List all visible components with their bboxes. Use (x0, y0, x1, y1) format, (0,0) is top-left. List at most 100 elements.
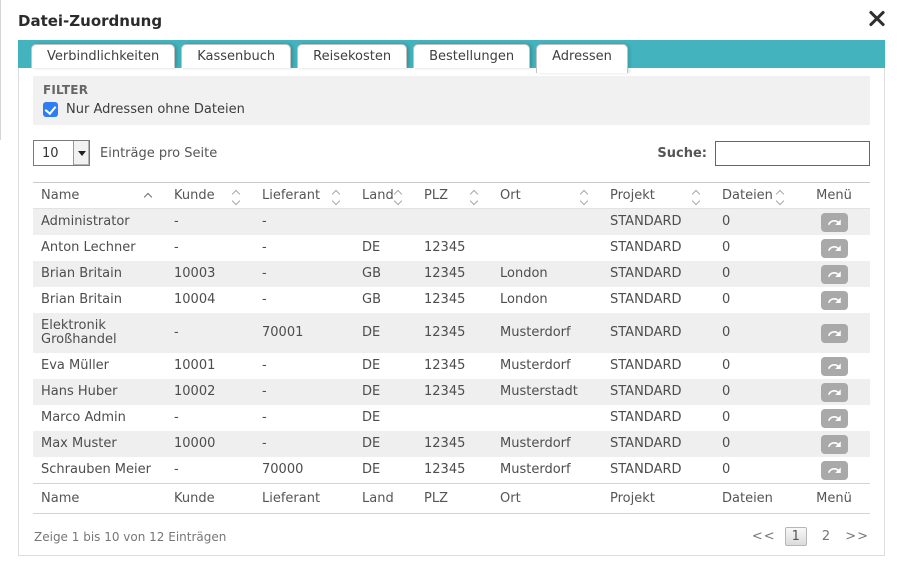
cell-plz: 12345 (416, 457, 492, 484)
row-menu-button[interactable] (821, 324, 848, 343)
cell-lieferant: - (254, 405, 354, 431)
table-row: Schrauben Meier-70000DE12345MusterdorfST… (33, 457, 870, 484)
cell-lieferant: - (254, 235, 354, 261)
addresses-table: NameKundeLieferantLandPLZOrtProjektDatei… (33, 182, 870, 514)
column-header-projekt[interactable]: Projekt (602, 183, 714, 209)
cell-lieferant: - (254, 287, 354, 313)
pagination-page-2[interactable]: 2 (816, 528, 836, 545)
cell-projekt: STANDARD (602, 405, 714, 431)
cell-menu (798, 457, 870, 484)
row-menu-button[interactable] (821, 383, 848, 402)
cell-ort (492, 405, 602, 431)
cell-lieferant: 70001 (254, 313, 354, 353)
column-header-lieferant[interactable]: Lieferant (254, 183, 354, 209)
table-controls: 10 Einträge pro Seite Suche: (33, 140, 870, 166)
cell-plz: 12345 (416, 235, 492, 261)
sort-both-icon (777, 191, 783, 204)
row-menu-button[interactable] (821, 239, 848, 258)
table-row: Hans Huber10002-DE12345MusterstadtSTANDA… (33, 379, 870, 405)
cell-ort: Musterdorf (492, 457, 602, 484)
row-menu-button[interactable] (821, 461, 848, 480)
cell-menu (798, 353, 870, 379)
row-menu-button[interactable] (821, 213, 848, 232)
tab-kassenbuch[interactable]: Kassenbuch (181, 44, 291, 68)
row-menu-button[interactable] (821, 435, 848, 454)
footer-column-header-dateien: Dateien (714, 484, 798, 514)
cell-land: DE (354, 379, 416, 405)
tab-bestellungen[interactable]: Bestellungen (413, 44, 530, 68)
column-header-land[interactable]: Land (354, 183, 416, 209)
cell-kunde: 10004 (166, 287, 254, 313)
cell-name: Elektronik Großhandel (33, 313, 166, 353)
cell-ort (492, 209, 602, 236)
select-dropdown-button[interactable] (73, 141, 89, 165)
cell-lieferant: - (254, 353, 354, 379)
dialog-title: Datei-Zuordnung (18, 12, 162, 30)
redo-arrow-icon (827, 293, 842, 308)
redo-arrow-icon (827, 326, 842, 341)
footer-column-header-kunde: Kunde (166, 484, 254, 514)
cell-land: DE (354, 353, 416, 379)
tab-adressen[interactable]: Adressen (536, 44, 628, 73)
pagination-previous-button[interactable]: << (752, 529, 776, 544)
column-header-plz[interactable]: PLZ (416, 183, 492, 209)
cell-kunde: 10003 (166, 261, 254, 287)
row-menu-button[interactable] (821, 409, 848, 428)
sort-ascending-icon (145, 194, 151, 200)
cell-projekt: STANDARD (602, 431, 714, 457)
tab-bar: VerbindlichkeitenKassenbuchReisekostenBe… (18, 40, 885, 68)
tab-verbindlichkeiten[interactable]: Verbindlichkeiten (31, 44, 175, 68)
chevron-down-icon (78, 151, 86, 156)
cell-name: Eva Müller (33, 353, 166, 379)
page-size-select[interactable]: 10 (33, 140, 90, 166)
filter-section: FILTER Nur Adressen ohne Dateien (33, 76, 870, 125)
only-addresses-without-files-checkbox[interactable] (43, 102, 58, 117)
column-header-kunde[interactable]: Kunde (166, 183, 254, 209)
table-row: Administrator--STANDARD0 (33, 209, 870, 236)
column-header-label: Land (362, 188, 394, 203)
footer-column-header-land: Land (354, 484, 416, 514)
cell-land: GB (354, 287, 416, 313)
column-header-label: Menü (816, 188, 852, 203)
row-menu-button[interactable] (821, 265, 848, 284)
cell-menu (798, 431, 870, 457)
column-header-label: Kunde (174, 188, 215, 203)
column-header-name[interactable]: Name (33, 183, 166, 209)
footer-column-header-plz: PLZ (416, 484, 492, 514)
file-assignment-dialog: Datei-Zuordnung VerbindlichkeitenKassenb… (0, 0, 901, 563)
cell-lieferant: - (254, 261, 354, 287)
tab-reisekosten[interactable]: Reisekosten (297, 44, 407, 68)
table-footer: Zeige 1 bis 10 von 12 Einträgen <<12>> (33, 527, 870, 546)
table-header-row: Name Kunde Lieferant Land PLZ Ort ProjektDatei… (33, 183, 870, 209)
row-menu-button[interactable] (821, 357, 848, 376)
column-header-label: PLZ (424, 188, 448, 203)
column-header-label: Ort (500, 188, 521, 203)
redo-arrow-icon (827, 437, 842, 452)
table-footer-header-row: NameKundeLieferantLandPLZOrtProjektDatei… (33, 484, 870, 514)
pagination-next-button[interactable]: >> (845, 529, 869, 544)
cell-land: DE (354, 313, 416, 353)
cell-menu (798, 261, 870, 287)
filter-checkbox-label: Nur Adressen ohne Dateien (66, 102, 245, 117)
search-input[interactable] (715, 141, 870, 166)
cell-dateien: 0 (714, 353, 798, 379)
cell-dateien: 0 (714, 235, 798, 261)
cell-projekt: STANDARD (602, 313, 714, 353)
table-row: Brian Britain10004-GB12345LondonSTANDARD… (33, 287, 870, 313)
row-menu-button[interactable] (821, 291, 848, 310)
search-label: Suche: (657, 146, 707, 161)
cell-ort: London (492, 261, 602, 287)
sort-both-icon (471, 191, 477, 204)
column-header-menu: Menü (798, 183, 870, 209)
cell-kunde: 10001 (166, 353, 254, 379)
close-icon[interactable] (866, 7, 888, 29)
column-header-ort[interactable]: Ort (492, 183, 602, 209)
pagination-page-1[interactable]: 1 (785, 527, 807, 546)
cell-plz: 12345 (416, 353, 492, 379)
column-header-dateien[interactable]: Dateien (714, 183, 798, 209)
redo-arrow-icon (827, 267, 842, 282)
cell-kunde: - (166, 313, 254, 353)
table-row: Anton Lechner--DE12345STANDARD0 (33, 235, 870, 261)
redo-arrow-icon (827, 241, 842, 256)
dialog-header: Datei-Zuordnung (0, 0, 901, 40)
